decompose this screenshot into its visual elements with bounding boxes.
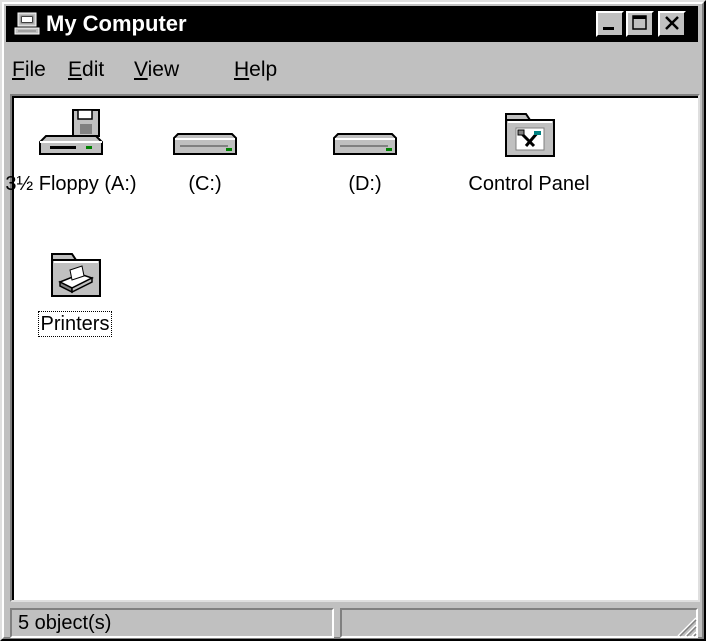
- menu-file[interactable]: File: [12, 58, 46, 82]
- maximize-icon: [632, 15, 647, 30]
- computer-icon: [14, 12, 40, 35]
- my-computer-window: My Computer File Edit View Help 3½ Flopp…: [0, 0, 706, 641]
- printers-item[interactable]: Printers: [0, 248, 150, 337]
- floppy-drive-label: 3½ Floppy (A:): [5, 173, 137, 195]
- control-panel-label: Control Panel: [468, 173, 590, 195]
- drive-d-label: (D:): [348, 173, 382, 195]
- status-bar: 5 object(s): [8, 608, 700, 640]
- drive-c-item[interactable]: (C:): [130, 108, 280, 196]
- drive-c-label: (C:): [188, 173, 222, 195]
- menu-edit[interactable]: Edit: [68, 58, 104, 82]
- maximize-button[interactable]: [626, 11, 654, 37]
- printers-folder-icon: [51, 253, 101, 297]
- title-bar[interactable]: My Computer: [6, 6, 698, 42]
- control-panel-folder-icon: [505, 113, 555, 157]
- control-panel-item[interactable]: Control Panel: [454, 108, 604, 196]
- file-view[interactable]: 3½ Floppy (A:) (C:) (D:) Control Panel P…: [5, 94, 700, 602]
- drive-d-item[interactable]: (D:): [290, 108, 440, 196]
- status-object-count: 5 object(s): [10, 608, 334, 638]
- floppy-drive-icon: [39, 109, 103, 155]
- status-secondary-pane: [340, 608, 698, 638]
- window-title: My Computer: [46, 11, 187, 36]
- minimize-button[interactable]: [596, 11, 624, 37]
- menu-bar: File Edit View Help: [8, 56, 698, 86]
- hard-drive-icon: [173, 133, 237, 155]
- resize-grip-icon[interactable]: [674, 614, 698, 638]
- minimize-icon: [603, 27, 614, 30]
- close-button[interactable]: [658, 11, 686, 37]
- close-icon: [665, 16, 679, 30]
- menu-help[interactable]: Help: [234, 58, 277, 82]
- hard-drive-icon: [333, 133, 397, 155]
- floppy-drive-item[interactable]: 3½ Floppy (A:): [0, 108, 146, 196]
- menu-view[interactable]: View: [134, 58, 179, 82]
- printers-label: Printers: [37, 311, 113, 337]
